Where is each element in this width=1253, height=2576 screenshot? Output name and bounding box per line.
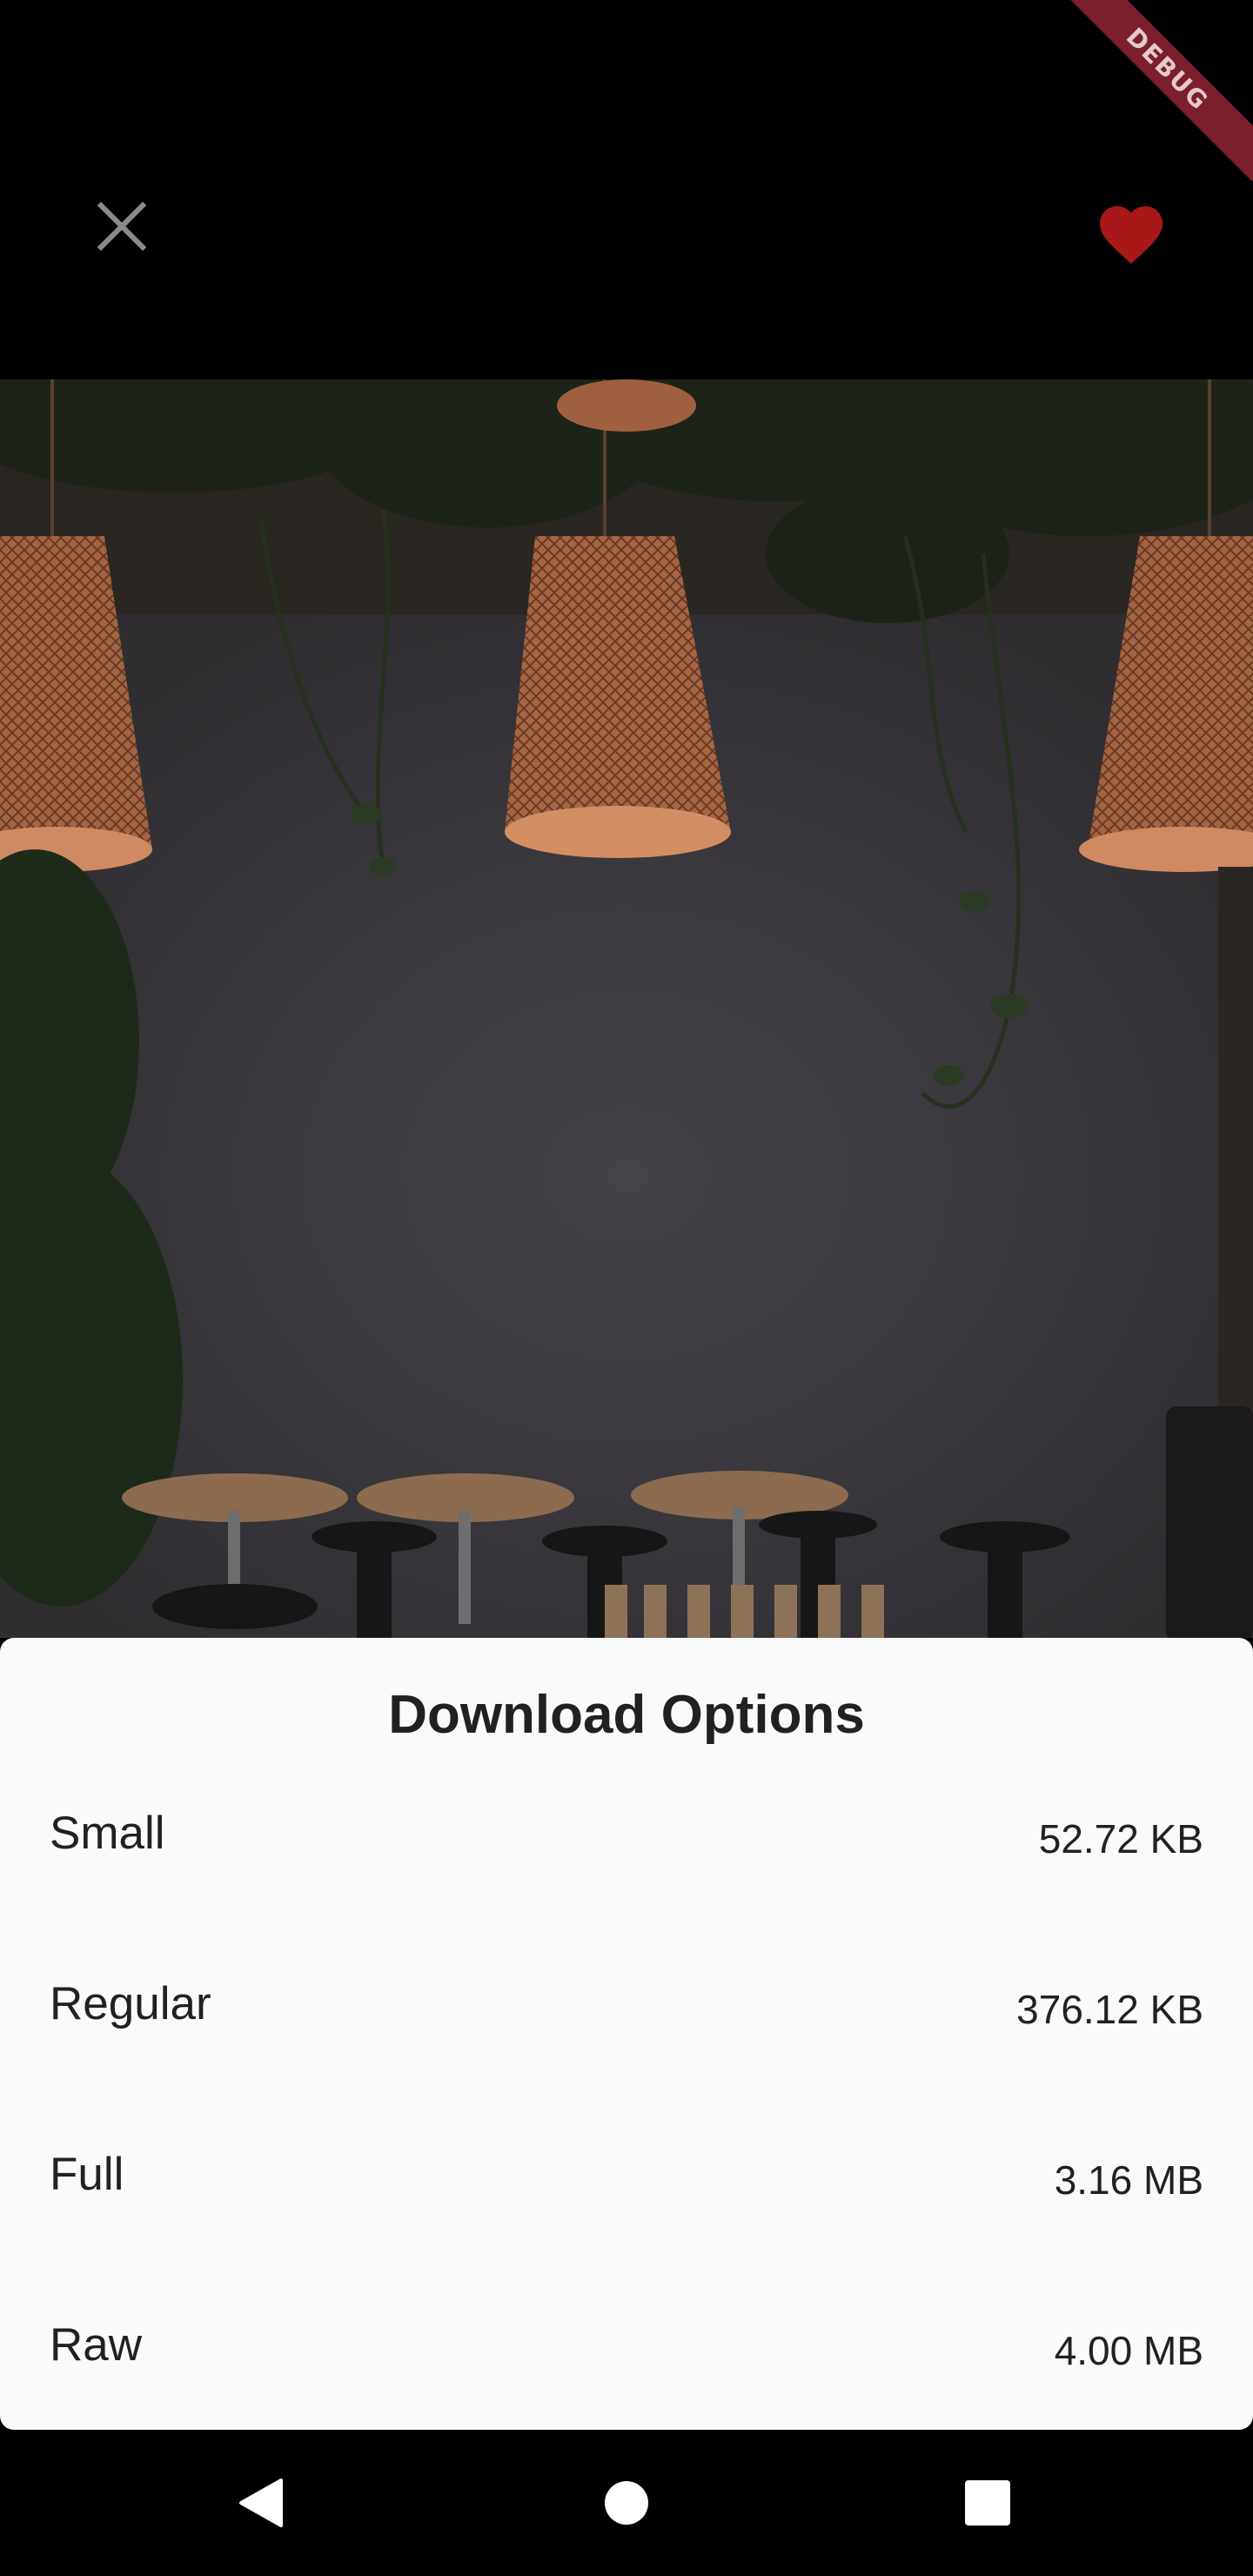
back-triangle-icon [239, 2479, 283, 2527]
home-circle-icon [605, 2481, 648, 2525]
download-option-regular[interactable]: Regular 376.12 KB [0, 1965, 1253, 2136]
nav-home-button[interactable] [583, 2459, 670, 2546]
recents-square-icon [965, 2480, 1010, 2526]
app-screen: DEBUG Download Options Small 52.72 KB Re… [0, 0, 1253, 2576]
top-bar: DEBUG [0, 0, 1253, 379]
nav-back-button[interactable] [218, 2459, 305, 2546]
option-size: 52.72 KB [1038, 1816, 1203, 1862]
download-option-full[interactable]: Full 3.16 MB [0, 2136, 1253, 2306]
nav-recents-button[interactable] [944, 2459, 1031, 2546]
download-option-small[interactable]: Small 52.72 KB [0, 1794, 1253, 1965]
option-name: Regular [50, 1978, 211, 2029]
option-name: Small [50, 1808, 165, 1859]
favorite-button[interactable] [1088, 191, 1175, 278]
close-icon [97, 202, 146, 251]
option-size: 376.12 KB [1016, 1987, 1203, 2032]
option-name: Raw [50, 2319, 143, 2371]
download-options-sheet: Download Options Small 52.72 KB Regular … [0, 1638, 1253, 2430]
debug-banner: DEBUG [1062, 0, 1253, 191]
photo-preview [0, 379, 1253, 1638]
option-name: Full [50, 2149, 124, 2200]
option-size: 4.00 MB [1054, 2328, 1203, 2373]
heart-icon [1100, 206, 1163, 264]
debug-label: DEBUG [1062, 0, 1253, 182]
sheet-title: Download Options [388, 1685, 865, 1745]
close-button[interactable] [78, 183, 165, 270]
option-size: 3.16 MB [1054, 2157, 1203, 2203]
system-navigation-bar [0, 2430, 1253, 2576]
